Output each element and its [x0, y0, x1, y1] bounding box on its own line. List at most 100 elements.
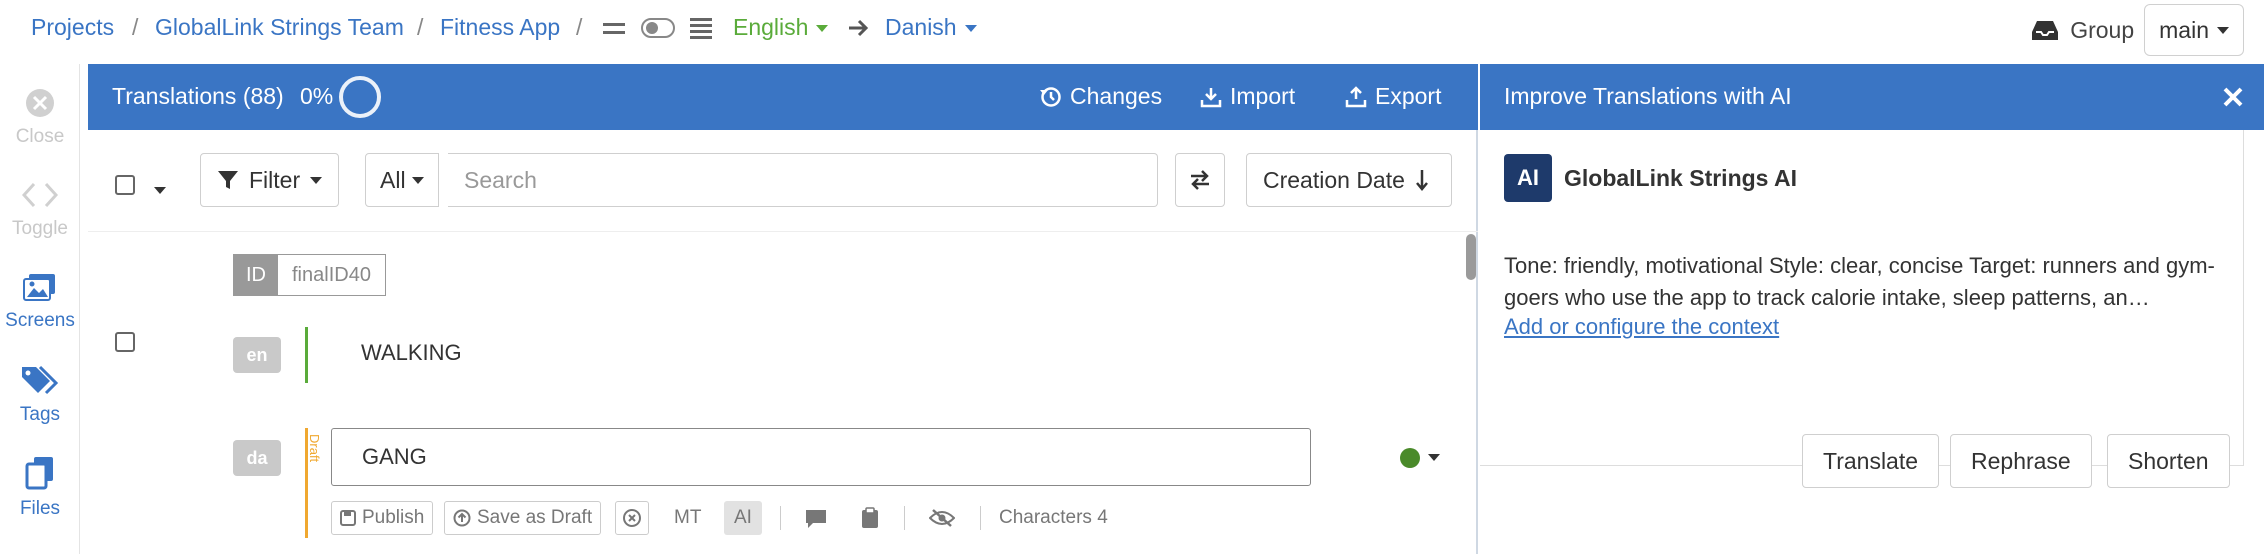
ai-context-text: Tone: friendly, motivational Style: clea…	[1504, 253, 2215, 310]
translations-panel: Translations (88) 0% Changes Import Expo…	[88, 64, 1478, 554]
upload-circle-icon	[453, 509, 471, 527]
rail-files-label: Files	[19, 498, 61, 519]
translations-title: Translations (88)	[112, 83, 284, 109]
chevron-down-icon	[411, 176, 424, 184]
target-language-label: Danish	[885, 14, 957, 40]
translations-header: Translations (88) 0% Changes Import Expo…	[88, 64, 1478, 130]
left-rail: Close Toggle Screens Tags Files	[0, 64, 80, 554]
translation-entry: ID finalID40 en WALKING da Draft GANG Pu…	[88, 232, 1478, 554]
breadcrumb-project[interactable]: Fitness App	[440, 14, 560, 41]
comment-icon[interactable]	[805, 509, 827, 529]
configure-context-link[interactable]: Add or configure the context	[1504, 314, 1779, 340]
entry-checkbox[interactable]	[115, 332, 135, 352]
branch-select[interactable]: main	[2144, 4, 2244, 56]
publish-button[interactable]: Publish	[331, 501, 434, 535]
tags-icon	[22, 365, 59, 395]
breadcrumb-projects[interactable]: Projects	[31, 14, 114, 41]
clipboard-icon[interactable]	[861, 507, 879, 529]
files-icon	[25, 457, 53, 490]
view-toggle-switch[interactable]	[641, 17, 675, 39]
source-language-select[interactable]: English	[733, 14, 829, 41]
ai-panel-body: AI GlobalLink Strings AI Tone: friendly,…	[1480, 130, 2244, 488]
publish-label: Publish	[362, 507, 425, 528]
translation-text: GANG	[362, 444, 427, 469]
images-icon	[23, 274, 55, 301]
history-icon	[1040, 86, 1061, 107]
chevron-down-icon	[964, 25, 977, 33]
breadcrumb-team[interactable]: GlobalLink Strings Team	[155, 14, 404, 41]
swap-languages-button[interactable]	[1175, 153, 1225, 207]
status-indicator[interactable]	[1400, 448, 1420, 468]
filter-button[interactable]: Filter	[200, 153, 340, 207]
ai-logo: AI	[1504, 154, 1552, 202]
rail-files[interactable]: Files	[0, 456, 80, 520]
discard-button[interactable]	[615, 501, 649, 535]
code-icon	[21, 182, 59, 208]
id-key-label: ID	[234, 255, 278, 295]
rail-tags[interactable]: Tags	[0, 364, 80, 426]
export-icon	[1345, 85, 1367, 107]
rail-toggle-label: Toggle	[12, 218, 68, 239]
close-icon[interactable]	[2222, 86, 2244, 108]
shorten-button[interactable]: Shorten	[2107, 434, 2230, 488]
chevron-down-icon	[2217, 26, 2229, 34]
import-button[interactable]: Import	[1200, 83, 1295, 110]
compact-view-icon[interactable]	[603, 21, 625, 37]
export-button[interactable]: Export	[1345, 83, 1441, 110]
translation-textarea[interactable]: GANG	[331, 428, 1311, 486]
import-label: Import	[1230, 83, 1296, 109]
select-options-dropdown[interactable]	[154, 182, 166, 200]
filter-label: Filter	[249, 166, 301, 193]
scope-select[interactable]: All	[365, 153, 439, 207]
rail-screens-label: Screens	[5, 310, 75, 331]
progress-percent: 0%	[300, 83, 334, 109]
ai-panel-header: Improve Translations with AI	[1480, 64, 2264, 130]
eye-slash-icon[interactable]	[929, 508, 955, 528]
rail-toggle[interactable]: Toggle	[0, 180, 80, 240]
target-lang-chip: da	[233, 440, 281, 476]
search-placeholder: Search	[464, 166, 537, 193]
rail-screens[interactable]: Screens	[0, 272, 80, 332]
group-label: Group	[2070, 16, 2135, 43]
ai-provider-name: GlobalLink Strings AI	[1564, 165, 1797, 191]
source-text: WALKING	[361, 340, 462, 365]
source-language-label: English	[733, 14, 809, 40]
rail-close[interactable]: Close	[0, 88, 80, 148]
chevron-down-icon[interactable]	[1428, 454, 1440, 461]
changes-button[interactable]: Changes	[1040, 83, 1162, 110]
toolbar-divider	[904, 506, 905, 530]
chevron-down-icon	[154, 187, 166, 195]
toolbar-divider	[980, 506, 981, 530]
save-icon	[340, 510, 356, 526]
ai-panel-title: Improve Translations with AI	[1504, 83, 1792, 109]
select-all-checkbox[interactable]	[115, 175, 135, 195]
translate-button[interactable]: Translate	[1802, 434, 1940, 488]
breadcrumb-separator: /	[417, 14, 424, 40]
expanded-view-icon[interactable]	[690, 17, 712, 39]
group-switcher: Group main	[2030, 4, 2244, 56]
string-id-badge[interactable]: ID finalID40	[233, 254, 386, 296]
rail-close-label: Close	[15, 126, 65, 147]
search-input[interactable]: Search	[448, 153, 1158, 207]
ai-button[interactable]: AI	[724, 501, 762, 535]
scrollbar-thumb[interactable]	[1466, 234, 1476, 280]
close-circle-icon	[623, 509, 641, 527]
toolbar-divider	[780, 506, 781, 530]
character-count: Characters 4	[999, 507, 1108, 528]
sort-button[interactable]: Creation Date	[1246, 153, 1452, 207]
chevron-down-icon	[310, 176, 323, 184]
import-icon	[1200, 87, 1222, 107]
scope-label: All	[380, 166, 406, 193]
sort-down-icon	[1415, 170, 1428, 191]
export-label: Export	[1375, 83, 1442, 109]
save-draft-button[interactable]: Save as Draft	[444, 501, 602, 535]
breadcrumb-separator: /	[576, 14, 583, 40]
source-lang-chip: en	[233, 337, 281, 373]
changes-label: Changes	[1070, 83, 1163, 109]
sort-label: Creation Date	[1263, 166, 1405, 193]
id-value-label: finalID40	[292, 263, 371, 286]
target-language-select[interactable]: Danish	[885, 14, 977, 41]
machine-translation-button[interactable]: MT	[674, 507, 701, 529]
draft-label: Draft	[307, 434, 322, 463]
rephrase-button[interactable]: Rephrase	[1950, 434, 2092, 488]
